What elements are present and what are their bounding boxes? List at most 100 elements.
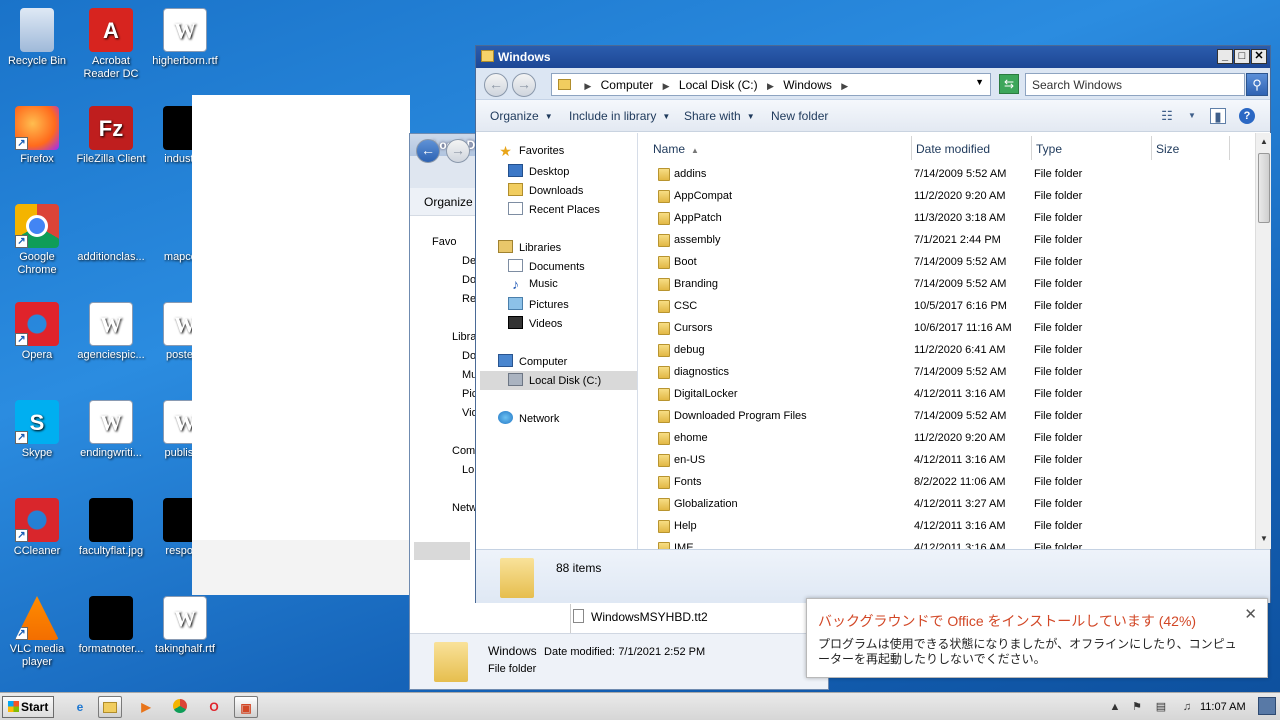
- column-header-date[interactable]: Date modified: [912, 136, 1032, 160]
- table-row[interactable]: AppCompat 11/2/2020 9:20 AM File folder: [639, 185, 1239, 207]
- table-row[interactable]: AppPatch 11/3/2020 3:18 AM File folder: [639, 207, 1239, 229]
- table-row[interactable]: Help 4/12/2011 3:16 AM File folder: [639, 515, 1239, 537]
- breadcrumb-local-disk[interactable]: Local Disk (C:): [679, 78, 758, 92]
- table-row[interactable]: Branding 7/14/2009 5:52 AM File folder: [639, 273, 1239, 295]
- media-player-icon[interactable]: ▶: [134, 696, 158, 718]
- bg-tree-item[interactable]: Favo: [432, 236, 456, 248]
- chevron-right-icon[interactable]: ▶: [841, 81, 848, 91]
- search-icon[interactable]: ⚲: [1246, 73, 1268, 96]
- desktop-icon[interactable]: additionclas...: [74, 204, 148, 264]
- column-header-size[interactable]: Size: [1152, 136, 1230, 160]
- desktop-icon[interactable]: Wtakinghalf.rtf: [148, 596, 222, 656]
- chevron-right-icon[interactable]: ▶: [767, 81, 774, 91]
- desktop-icon[interactable]: ↗ CCleaner: [0, 498, 74, 558]
- address-bar[interactable]: ▶ Computer ▶ Local Disk (C:) ▶ Windows ▶…: [551, 73, 991, 96]
- table-row[interactable]: debug 11/2/2020 6:41 AM File folder: [639, 339, 1239, 361]
- show-desktop-button[interactable]: [1258, 697, 1276, 715]
- vertical-scrollbar[interactable]: ▲ ▼: [1255, 133, 1271, 549]
- desktop-icon[interactable]: ↗ VLC media player: [0, 596, 74, 669]
- office-taskbar-icon[interactable]: ▣: [234, 696, 258, 718]
- bg-file-row[interactable]: WindowsMSYHBD.tt2: [570, 604, 830, 634]
- table-row[interactable]: IME 4/12/2011 3:16 AM File folder: [639, 537, 1239, 549]
- bg-tree-item[interactable]: Do: [462, 350, 476, 362]
- table-row[interactable]: addins 7/14/2009 5:52 AM File folder: [639, 163, 1239, 185]
- back-icon[interactable]: ←: [484, 73, 508, 97]
- table-row[interactable]: ehome 11/2/2020 9:20 AM File folder: [639, 427, 1239, 449]
- nav-favorites[interactable]: ★ Favorites: [498, 144, 564, 158]
- table-row[interactable]: assembly 7/1/2021 2:44 PM File folder: [639, 229, 1239, 251]
- explorer-window[interactable]: Windows _ □ ✕ ← → ▶ Computer ▶ Local Dis…: [475, 45, 1271, 603]
- column-header-type[interactable]: Type: [1032, 136, 1152, 160]
- bg-tree-item[interactable]: Do: [462, 274, 476, 286]
- desktop-icon[interactable]: formatnoter...: [74, 596, 148, 656]
- desktop-icon[interactable]: ↗ Opera: [0, 302, 74, 362]
- table-row[interactable]: CSC 10/5/2017 6:16 PM File folder: [639, 295, 1239, 317]
- forward-icon[interactable]: →: [512, 73, 536, 97]
- bg-tree-item[interactable]: Libra: [452, 331, 476, 343]
- bg-back-icon[interactable]: ←: [416, 139, 440, 163]
- chevron-right-icon[interactable]: ▶: [663, 81, 670, 91]
- nav-pictures[interactable]: Pictures: [508, 297, 569, 311]
- desktop-icon[interactable]: Fz FileZilla Client: [74, 106, 148, 166]
- table-row[interactable]: DigitalLocker 4/12/2011 3:16 AM File folde…: [639, 383, 1239, 405]
- clock[interactable]: 11:07 AM: [1200, 701, 1246, 713]
- action-center-icon[interactable]: ⚑: [1130, 700, 1144, 714]
- chrome-taskbar-icon[interactable]: [168, 696, 192, 718]
- scrollbar-thumb[interactable]: [1258, 153, 1270, 223]
- desktop-icon[interactable]: Recycle Bin: [0, 8, 74, 68]
- bg-forward-icon[interactable]: →: [446, 139, 470, 163]
- scroll-down-icon[interactable]: ▼: [1257, 532, 1271, 546]
- scroll-up-icon[interactable]: ▲: [1257, 135, 1271, 149]
- notification-close-button[interactable]: ✕: [1244, 605, 1257, 623]
- desktop-icon[interactable]: Whigherborn.rtf: [148, 8, 222, 68]
- table-row[interactable]: Fonts 8/2/2022 11:06 AM File folder: [639, 471, 1239, 493]
- desktop-icon[interactable]: ↗ Firefox: [0, 106, 74, 166]
- nav-downloads[interactable]: Downloads: [508, 183, 583, 197]
- desktop-icon[interactable]: S ↗ Skype: [0, 400, 74, 460]
- help-icon[interactable]: ?: [1239, 108, 1255, 124]
- opera-taskbar-icon[interactable]: O: [202, 696, 226, 718]
- desktop-icon[interactable]: A Acrobat Reader DC: [74, 8, 148, 81]
- table-row[interactable]: Boot 7/14/2009 5:52 AM File folder: [639, 251, 1239, 273]
- internet-explorer-icon[interactable]: e: [68, 696, 92, 718]
- close-button[interactable]: ✕: [1251, 49, 1267, 64]
- maximize-button[interactable]: □: [1234, 49, 1250, 64]
- table-row[interactable]: Cursors 10/6/2017 11:16 AM File folder: [639, 317, 1239, 339]
- nav-libraries[interactable]: Libraries: [498, 240, 561, 254]
- office-install-notification[interactable]: バックグラウンドで Office をインストールしています (42%) プログラ…: [806, 598, 1268, 678]
- bg-tree-item[interactable]: Netw: [452, 502, 477, 514]
- organize-button[interactable]: Organize ▼: [490, 109, 553, 123]
- breadcrumb-windows[interactable]: Windows: [783, 78, 832, 92]
- column-header-name[interactable]: Name ▲: [639, 136, 912, 160]
- nav-computer[interactable]: Computer: [498, 354, 567, 368]
- view-options-icon[interactable]: ☷: [1159, 108, 1175, 124]
- include-in-library-button[interactable]: Include in library ▼: [569, 109, 670, 123]
- nav-documents[interactable]: Documents: [508, 259, 585, 273]
- chevron-down-icon[interactable]: ▼: [1184, 108, 1200, 124]
- new-folder-button[interactable]: New folder: [771, 109, 828, 123]
- desktop-icon[interactable]: ↗ Google Chrome: [0, 204, 74, 277]
- table-row[interactable]: Globalization 4/12/2011 3:27 AM File folde…: [639, 493, 1239, 515]
- nav-network[interactable]: Network: [498, 411, 559, 425]
- volume-icon[interactable]: ♫: [1180, 700, 1194, 714]
- nav-recent-places[interactable]: Recent Places: [508, 202, 600, 216]
- explorer-taskbar-icon[interactable]: [98, 696, 122, 718]
- bg-tree-item[interactable]: Com: [452, 445, 475, 457]
- nav-videos[interactable]: Videos: [508, 316, 562, 330]
- share-with-button[interactable]: Share with ▼: [684, 109, 755, 123]
- nav-desktop[interactable]: Desktop: [508, 164, 569, 178]
- table-row[interactable]: diagnostics 7/14/2009 5:52 AM File folder: [639, 361, 1239, 383]
- table-row[interactable]: Downloaded Program Files 7/14/2009 5:52 A…: [639, 405, 1239, 427]
- nav-local-disk[interactable]: Local Disk (C:): [508, 373, 601, 387]
- desktop-icon[interactable]: Wagenciespic...: [74, 302, 148, 362]
- tray-expand-icon[interactable]: ▲: [1108, 700, 1122, 714]
- desktop-icon[interactable]: facultyflat.jpg: [74, 498, 148, 558]
- window-titlebar[interactable]: Windows _ □ ✕: [476, 46, 1270, 68]
- bg-tree-item[interactable]: De: [462, 255, 476, 267]
- start-button[interactable]: Start: [2, 696, 54, 718]
- chevron-down-icon[interactable]: ▼: [975, 77, 984, 87]
- search-input[interactable]: Search Windows: [1025, 73, 1245, 96]
- refresh-icon[interactable]: ⇆: [999, 74, 1019, 94]
- bg-tree-item[interactable]: Re: [462, 293, 476, 305]
- bg-tree-item[interactable]: Lo: [462, 464, 474, 476]
